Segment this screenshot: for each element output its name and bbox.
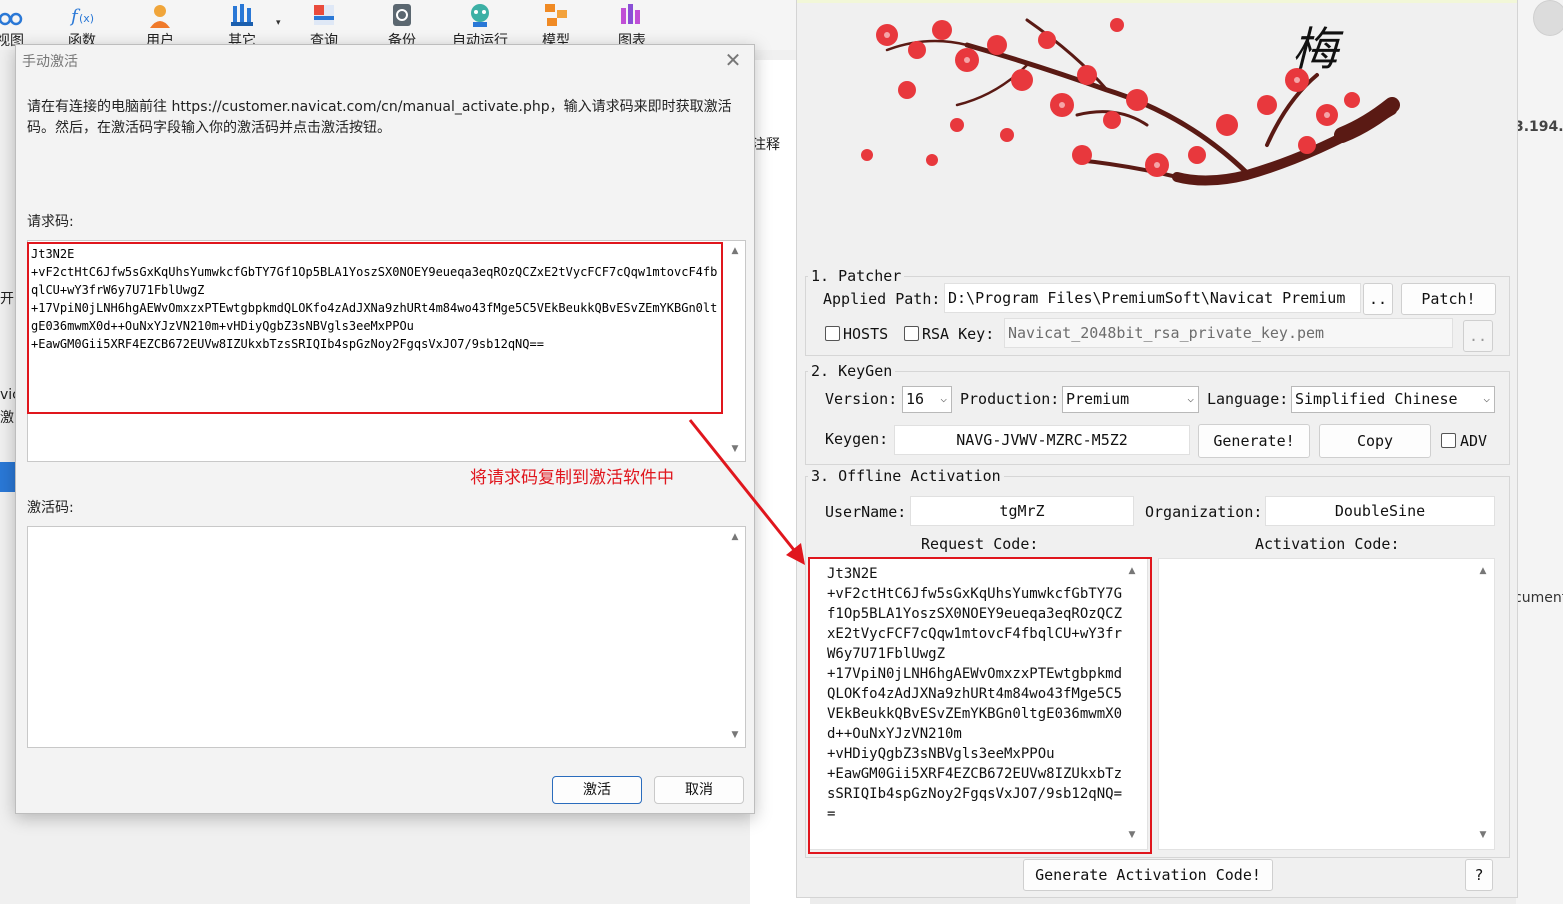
tools-icon [231, 4, 253, 26]
avatar[interactable] [1533, 0, 1563, 36]
plum-blossom-banner-image: 梅 [861, 18, 1400, 186]
help-button[interactable]: ? [1465, 859, 1493, 891]
applied-path-label: Applied Path: [823, 290, 941, 308]
svg-text:(x): (x) [79, 12, 94, 25]
chart-icon [621, 4, 640, 24]
background-ip-fragment: 3.194.1 [1514, 119, 1563, 135]
keygen-group-title: 2. KeyGen [808, 362, 896, 380]
dialog-title: 手动激活 [22, 54, 78, 70]
activation-code-label: 激活码: [27, 500, 74, 516]
toolbar-chart-button[interactable]: 图表 [602, 0, 662, 50]
background-selection-bar [0, 462, 15, 492]
toolbar-function-button[interactable]: f (x) 函数 [52, 0, 112, 50]
version-label: Version: [825, 390, 898, 408]
cancel-button[interactable]: 取消 [654, 776, 744, 804]
organization-field[interactable]: DoubleSine [1265, 496, 1495, 526]
toolbar-other-button[interactable]: 其它 [212, 0, 272, 50]
chevron-down-icon[interactable]: ▾ [276, 18, 281, 28]
keygen-label: Keygen: [825, 430, 889, 448]
organization-label: Organization: [1145, 503, 1263, 521]
activation-code-textarea[interactable]: ▲ ▼ [27, 526, 746, 748]
toolbar-user-button[interactable]: 用户 [130, 0, 190, 50]
hosts-checkbox[interactable] [825, 326, 840, 341]
username-label: UserName: [825, 503, 907, 521]
function-icon: f (x) [69, 6, 94, 27]
activate-button[interactable]: 激活 [552, 776, 642, 804]
adv-label: ADV [1460, 432, 1488, 450]
patcher-group-title: 1. Patcher [808, 267, 905, 285]
red-arrow-annotation [688, 419, 805, 565]
activation-code-label: Activation Code: [1255, 535, 1400, 553]
scroll-up-icon[interactable]: ▲ [1475, 563, 1491, 579]
request-code-label: Request Code: [921, 535, 1039, 553]
scroll-down-icon[interactable]: ▼ [727, 727, 743, 743]
applied-path-field[interactable]: D:\Program Files\PremiumSoft\Navicat Pre… [944, 283, 1361, 313]
copy-instruction-annotation: 将请求码复制到激活软件中 [470, 468, 674, 488]
rsa-key-browse-button[interactable]: .. [1463, 320, 1493, 352]
chevron-down-icon: ⌵ [1187, 392, 1194, 405]
copy-key-button[interactable]: Copy [1319, 424, 1431, 458]
scroll-down-icon[interactable]: ▼ [1475, 827, 1491, 843]
background-comment-fragment: 注释 [752, 137, 780, 153]
view-icon [0, 12, 23, 26]
production-label: Production: [960, 390, 1060, 408]
serial-key-field[interactable]: NAVG-JVWV-MZRC-M5Z2 [894, 425, 1190, 455]
version-value: 16 [906, 390, 925, 408]
chevron-down-icon: ⌵ [1483, 392, 1490, 405]
request-code-label: 请求码: [27, 214, 74, 230]
request-code-highlight-box [27, 242, 723, 414]
banner-calligraphy: 梅 [1292, 22, 1344, 76]
keygen-activation-code-textarea[interactable]: ▲ ▼ [1158, 558, 1495, 850]
toolbar-model-button[interactable]: 模型 [526, 0, 586, 50]
background-document-fragment: cument [1514, 590, 1563, 606]
toolbar-backup-button[interactable]: 备份 [372, 0, 432, 50]
hosts-label: HOSTS [843, 325, 889, 343]
username-field[interactable]: tgMrZ [910, 496, 1134, 526]
query-icon [314, 5, 334, 25]
language-value: Simplified Chinese [1295, 390, 1458, 408]
toolbar-view-button[interactable]: 视图 [0, 0, 40, 50]
robot-icon [471, 4, 489, 27]
language-select[interactable]: Simplified Chinese ⌵ [1291, 386, 1495, 413]
scroll-up-icon[interactable]: ▲ [727, 243, 743, 259]
rsa-key-label: RSA Key: [922, 325, 995, 343]
adv-checkbox[interactable] [1441, 433, 1456, 448]
keygen-activation-code-scrollbar[interactable]: ▲ ▼ [1475, 559, 1491, 847]
generate-activation-code-button[interactable]: Generate Activation Code! [1023, 859, 1273, 891]
applied-path-browse-button[interactable]: .. [1363, 283, 1393, 315]
background-activate-fragment: 激 [0, 410, 14, 426]
chevron-down-icon: ⌵ [940, 392, 947, 405]
keygen-request-code-highlight-box [808, 557, 1152, 854]
patch-button[interactable]: Patch! [1401, 283, 1496, 315]
dialog-description: 请在有连接的电脑前往 https://customer.navicat.com/… [27, 99, 732, 136]
toolbar-query-button[interactable]: 查询 [294, 0, 354, 50]
keygen-window: 梅 1. Patcher Applied Path: D:\Program Fi… [796, 0, 1518, 898]
keygen-top-strip [797, 0, 1517, 3]
production-select[interactable]: Premium ⌵ [1062, 386, 1199, 413]
backup-icon [393, 4, 411, 26]
dialog-titlebar: 手动激活 ✕ [16, 45, 754, 75]
language-label: Language: [1207, 390, 1289, 408]
background-open-fragment: 开 [0, 291, 14, 307]
close-icon[interactable]: ✕ [721, 48, 745, 72]
rsa-key-field[interactable]: Navicat_2048bit_rsa_private_key.pem [1004, 318, 1453, 348]
background-far-right-pane [1516, 0, 1563, 904]
user-icon [150, 5, 170, 28]
background-toolbar: 视图 f (x) 函数 用户 其它 ▾ 查询 备份 自动运行 模型 图表 [0, 0, 800, 50]
toolbar-autorun-button[interactable]: 自动运行 [450, 0, 510, 50]
production-value: Premium [1066, 390, 1130, 408]
manual-activation-dialog: 手动激活 ✕ 请在有连接的电脑前往 https://customer.navic… [15, 44, 755, 814]
rsa-key-checkbox[interactable] [904, 326, 919, 341]
version-select[interactable]: 16 ⌵ [902, 386, 952, 413]
model-icon [545, 4, 567, 26]
generate-key-button[interactable]: Generate! [1198, 424, 1310, 458]
offline-activation-group-title: 3. Offline Activation [808, 467, 1004, 485]
